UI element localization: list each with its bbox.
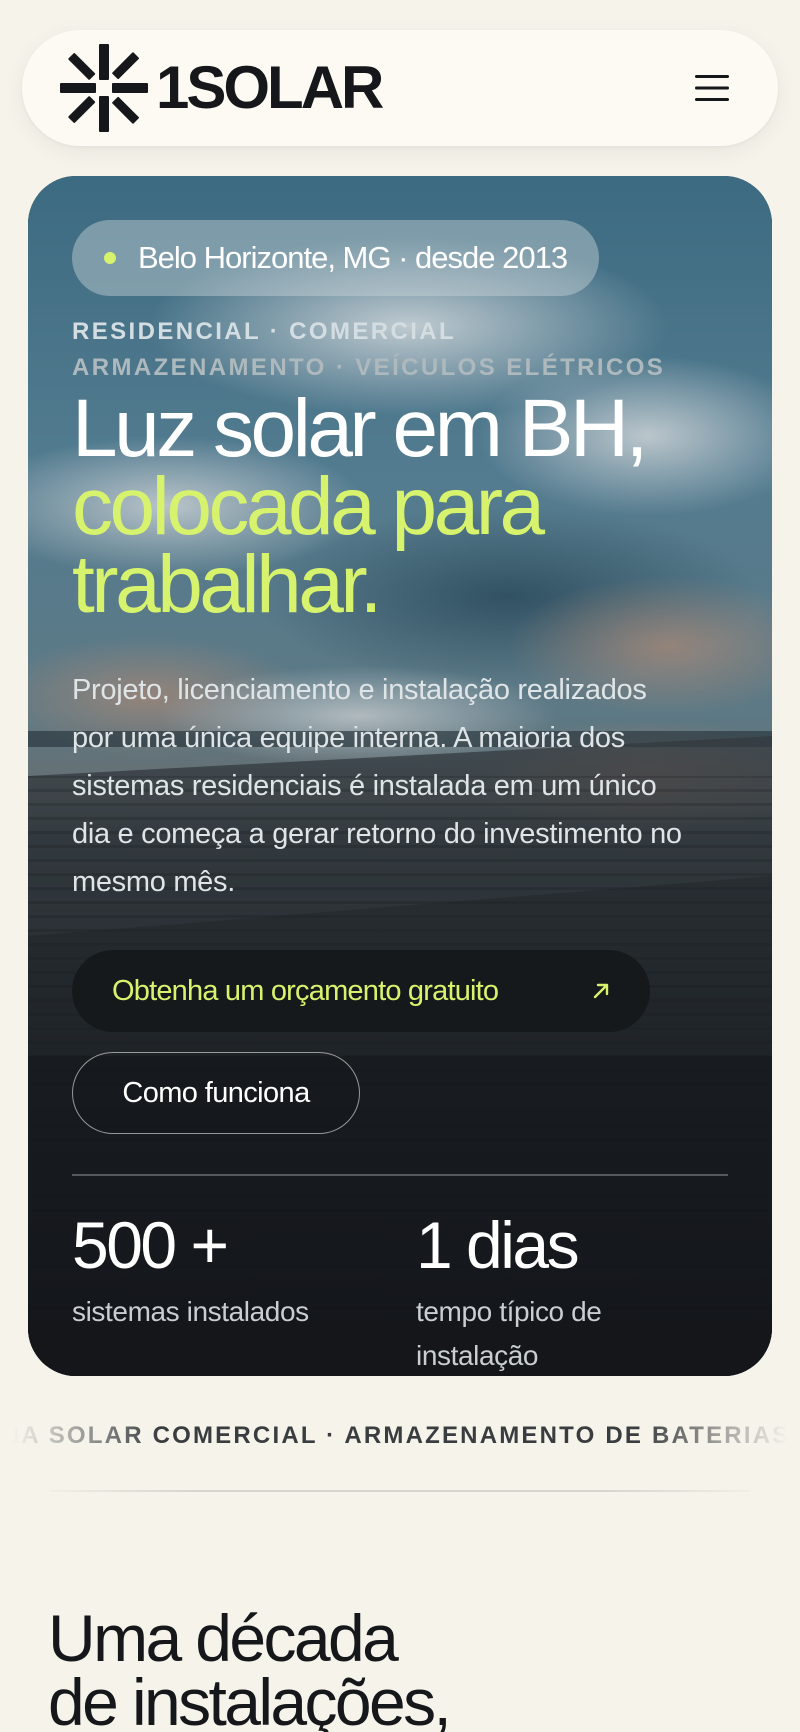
logo[interactable]: 1SOLAR xyxy=(60,44,384,132)
headline-line-1: Luz solar em BH, xyxy=(72,383,648,474)
logo-text: 1SOLAR xyxy=(156,54,384,121)
hero-section: Belo Horizonte, MG · desde 2013 RESIDENC… xyxy=(28,176,772,1376)
arrow-up-right-icon xyxy=(593,983,609,999)
starburst-logo-icon xyxy=(60,44,148,132)
get-quote-label: Obtenha um orçamento gratuito xyxy=(112,974,499,1007)
stat-install-time: 1 dias tempo típico de instalação xyxy=(416,1210,726,1376)
location-badge: Belo Horizonte, MG · desde 2013 xyxy=(72,220,600,296)
eyebrow-line-1: RESIDENCIAL · COMERCIAL xyxy=(72,318,457,345)
stat-systems-installed: 500 + sistemas instalados xyxy=(72,1210,416,1376)
section-divider xyxy=(50,1490,750,1492)
eyebrow-line-2: ARMAZENAMENTO · VEÍCULOS ELÉTRICOS xyxy=(72,354,666,381)
hero-content: Belo Horizonte, MG · desde 2013 RESIDENC… xyxy=(72,220,728,1376)
section-title: Uma década de instalações, xyxy=(48,1601,748,1732)
stat-value: 500 + xyxy=(72,1208,229,1282)
hamburger-menu-icon xyxy=(695,75,729,101)
section-title-line-1: Uma década xyxy=(48,1601,399,1675)
marquee-fade-left xyxy=(0,1410,160,1462)
hero-headline: Luz solar em BH, colocada para trabalhar… xyxy=(72,383,728,630)
status-dot-icon xyxy=(104,252,116,264)
services-marquee: ENERGIA SOLAR COMERCIAL · ARMAZENAMENTO … xyxy=(0,1410,800,1462)
section-title-line-2: de instalações, xyxy=(48,1665,452,1732)
stat-value: 1 dias xyxy=(416,1208,580,1282)
marquee-fade-right xyxy=(640,1410,800,1462)
get-quote-button[interactable]: Obtenha um orçamento gratuito xyxy=(72,950,650,1032)
stat-label: sistemas instalados xyxy=(72,1296,309,1327)
hero-description: Projeto, licenciamento e instalação real… xyxy=(72,674,682,898)
stat-label: tempo típico de instalação xyxy=(416,1296,602,1371)
menu-button[interactable] xyxy=(686,62,738,114)
how-it-works-button[interactable]: Como funciona xyxy=(72,1052,360,1134)
site-header: 1SOLAR xyxy=(22,30,778,146)
stats-row: 500 + sistemas instalados 1 dias tempo t… xyxy=(72,1210,728,1376)
headline-line-2: colocada para xyxy=(72,461,545,552)
headline-line-3: trabalhar. xyxy=(72,539,382,630)
hero-divider xyxy=(72,1174,728,1176)
location-text: Belo Horizonte, MG · desde 2013 xyxy=(138,240,568,275)
